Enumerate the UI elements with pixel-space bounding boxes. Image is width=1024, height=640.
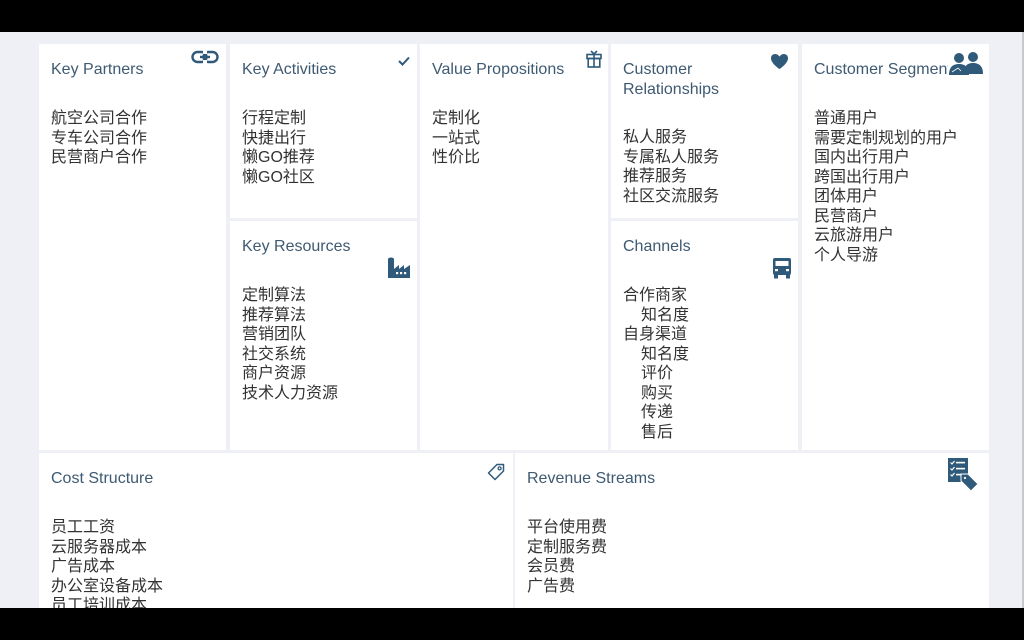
list-item: 专属私人服务 bbox=[623, 148, 720, 166]
list-item: 广告成本 bbox=[51, 558, 116, 575]
heart-icon bbox=[770, 53, 789, 70]
list-item: 员工工资 bbox=[51, 519, 116, 536]
cell-value-propositions[interactable]: Value Propositions 定制化 一站式 性价比 bbox=[420, 44, 608, 450]
list-item: 员工培训成本 bbox=[51, 597, 148, 608]
gift-icon bbox=[586, 50, 602, 68]
list-item: 普通用户 bbox=[814, 110, 879, 127]
list-item: 私人服务 bbox=[623, 129, 688, 146]
list-item: 云旅游用户 bbox=[814, 227, 895, 244]
channels-list: 合作商家 知名度 自身渠道 知名度 评价 购买 传递 售后 bbox=[623, 286, 689, 442]
list-item: 国内出行用户 bbox=[814, 149, 911, 166]
key-activities-list: 行程定制 快捷出行 懒GO推荐 懒GO社区 bbox=[242, 109, 315, 187]
customer-segments-title: Customer Segments bbox=[814, 61, 954, 78]
list-item-indented: 传递 bbox=[641, 404, 674, 421]
list-item-indented: 售后 bbox=[641, 423, 674, 441]
list-item: 懒GO社区 bbox=[242, 168, 315, 186]
cost-structure-title: Cost Structure bbox=[51, 470, 154, 487]
list-item-indented: 知名度 bbox=[641, 306, 690, 324]
top-letterbox bbox=[0, 0, 1024, 32]
customer-relationships-title: Customer Relationships bbox=[623, 61, 720, 98]
key-partners-title: Key Partners bbox=[51, 61, 144, 78]
list-item: 社交系统 bbox=[242, 345, 307, 363]
list-item: 广告费 bbox=[527, 577, 576, 595]
list-item: 民营商户 bbox=[814, 207, 879, 225]
list-item: 定制服务费 bbox=[527, 538, 608, 556]
list-item: 办公室设备成本 bbox=[51, 577, 164, 595]
list-item: 专车公司合作 bbox=[51, 129, 148, 147]
business-model-canvas: Key Partners 航空公司合作 专车公司合作 民营商户合作 Key Ac… bbox=[0, 32, 1024, 608]
bottom-letterbox bbox=[0, 608, 1024, 640]
factory-icon bbox=[387, 257, 411, 279]
key-activities-title: Key Activities bbox=[242, 61, 337, 78]
cell-customer-relationships[interactable]: Customer Relationships 私人服务 专属私人服务 推荐服务 … bbox=[611, 44, 798, 218]
list-item: 定制化 bbox=[432, 110, 481, 127]
list-item: 云服务器成本 bbox=[51, 538, 148, 556]
list-item: 民营商户合作 bbox=[51, 149, 148, 166]
cell-key-resources[interactable]: Key Resources 定制算法 推荐算法 营销团队 社交系统 商户资源 技… bbox=[230, 221, 417, 450]
list-item: 快捷出行 bbox=[242, 129, 307, 147]
list-item: 跨国出行用户 bbox=[814, 168, 911, 186]
list-item-indented: 购买 bbox=[641, 384, 674, 402]
list-item: 社区交流服务 bbox=[623, 187, 720, 205]
list-item: 定制算法 bbox=[242, 287, 307, 304]
checkmark-icon bbox=[398, 56, 410, 66]
checklist-tag-icon bbox=[947, 457, 979, 491]
list-item: 性价比 bbox=[432, 149, 481, 166]
tag-icon bbox=[487, 463, 505, 481]
list-item: 推荐服务 bbox=[623, 168, 688, 185]
cell-customer-segments[interactable]: Customer Segments 普通用户 需要定制规划的用户 国内出行用户 … bbox=[802, 44, 989, 450]
cell-cost-structure[interactable]: Cost Structure 员工工资 云服务器成本 广告成本 办公室设备成本 … bbox=[39, 453, 513, 608]
list-item: 营销团队 bbox=[242, 326, 307, 343]
list-item-indented: 知名度 bbox=[641, 345, 690, 363]
link-icon bbox=[191, 50, 219, 64]
key-resources-title: Key Resources bbox=[242, 238, 351, 255]
list-item: 商户资源 bbox=[242, 365, 307, 382]
list-item: 行程定制 bbox=[242, 110, 307, 127]
list-item: 会员费 bbox=[527, 558, 576, 575]
list-item: 合作商家 bbox=[623, 287, 688, 304]
revenue-streams-list: 平台使用费 定制服务费 会员费 广告费 bbox=[527, 518, 607, 596]
value-propositions-list: 定制化 一站式 性价比 bbox=[432, 109, 480, 168]
list-item: 懒GO推荐 bbox=[242, 149, 315, 166]
list-item: 技术人力资源 bbox=[242, 384, 339, 402]
customer-segments-list: 普通用户 需要定制规划的用户 国内出行用户 跨国出行用户 团体用户 民营商户 云… bbox=[814, 109, 958, 265]
list-item-indented: 评价 bbox=[641, 365, 674, 382]
key-partners-list: 航空公司合作 专车公司合作 民营商户合作 bbox=[51, 109, 147, 168]
list-item: 个人导游 bbox=[814, 246, 879, 264]
list-item: 自身渠道 bbox=[623, 326, 688, 343]
list-item: 航空公司合作 bbox=[51, 110, 148, 127]
truck-icon bbox=[772, 257, 792, 279]
cell-revenue-streams[interactable]: Revenue Streams 平台使用费 定制服务费 会员费 广告费 bbox=[515, 453, 989, 608]
users-icon bbox=[948, 52, 984, 76]
cell-channels[interactable]: Channels 合作商家 知名度 自身渠道 知名度 评价 购买 传递 售后 bbox=[611, 221, 798, 450]
cell-key-partners[interactable]: Key Partners 航空公司合作 专车公司合作 民营商户合作 bbox=[39, 44, 226, 450]
channels-title: Channels bbox=[623, 238, 691, 255]
list-item: 推荐算法 bbox=[242, 306, 307, 324]
key-resources-list: 定制算法 推荐算法 营销团队 社交系统 商户资源 技术人力资源 bbox=[242, 286, 338, 403]
list-item: 团体用户 bbox=[814, 188, 879, 205]
list-item: 一站式 bbox=[432, 129, 481, 147]
list-item: 平台使用费 bbox=[527, 519, 608, 536]
list-item: 需要定制规划的用户 bbox=[814, 129, 959, 147]
customer-relationships-list: 私人服务 专属私人服务 推荐服务 社区交流服务 bbox=[623, 128, 719, 206]
revenue-streams-title: Revenue Streams bbox=[527, 470, 656, 487]
cell-key-activities[interactable]: Key Activities 行程定制 快捷出行 懒GO推荐 懒GO社区 bbox=[230, 44, 417, 218]
value-propositions-title: Value Propositions bbox=[432, 61, 565, 78]
cost-structure-list: 员工工资 云服务器成本 广告成本 办公室设备成本 员工培训成本 bbox=[51, 518, 163, 608]
